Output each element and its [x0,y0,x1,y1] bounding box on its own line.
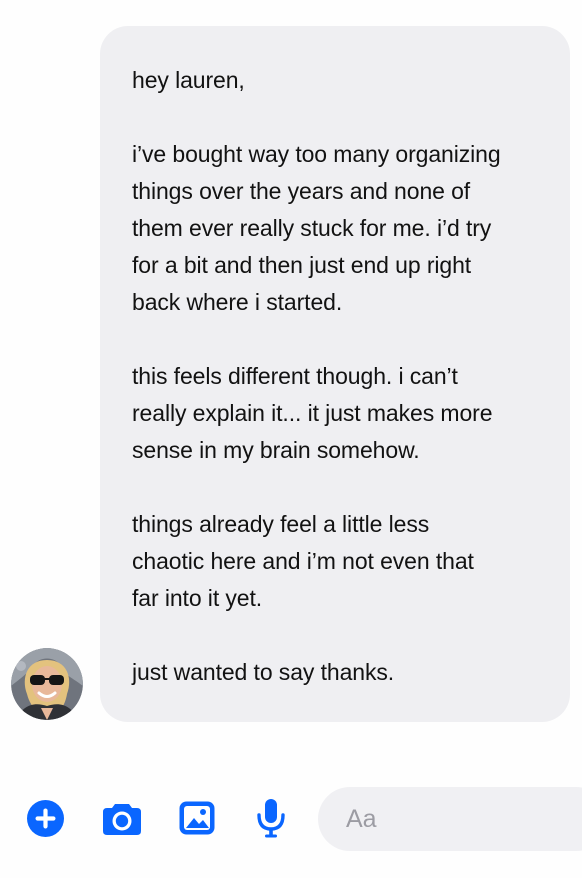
gallery-button[interactable] [176,797,218,839]
microphone-icon [257,799,285,838]
camera-button[interactable] [101,797,143,839]
camera-icon [103,804,141,835]
message-paragraph-gap [132,321,546,358]
message-line: this feels different though. i can’t [132,363,458,389]
message-line: back where i started. [132,289,343,315]
plus-button[interactable] [24,797,66,839]
message-line: things over the years and none of [132,178,471,204]
message-line: i’ve bought way too many organizing [132,141,501,167]
voice-message-button[interactable] [250,797,292,839]
message-line: just wanted to say thanks. [132,659,395,685]
sender-avatar[interactable] [11,648,83,720]
image-icon [179,801,215,835]
chat-screen: hey lauren, i’ve bought way too many org… [0,0,582,878]
message-input[interactable]: Aa [318,787,582,851]
message-line: them ever really stuck for me. i’d try [132,215,492,241]
message-paragraph-gap [132,469,546,506]
avatar-photo-icon [11,648,83,720]
message-line: sense in my brain somehow. [132,437,420,463]
message-line: chaotic here and i’m not even that [132,548,474,574]
message-line: things already feel a little less [132,511,430,537]
input-placeholder: Aa [346,804,377,833]
message-line: really explain it... it just makes more [132,400,493,426]
message-paragraph-gap [132,617,546,654]
message-paragraph-gap [132,99,546,136]
message-line: far into it yet. [132,585,263,611]
message-line: hey lauren, [132,67,245,93]
message-bubble: hey lauren, i’ve bought way too many org… [100,26,570,722]
plus-circle-icon [26,799,64,837]
message-line: for a bit and then just end up right [132,252,472,278]
